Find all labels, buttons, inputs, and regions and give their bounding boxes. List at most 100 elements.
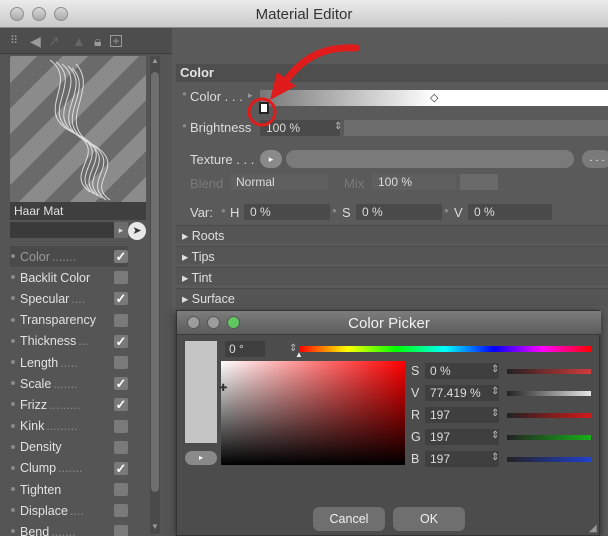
material-search-field[interactable] [10,222,114,238]
channel-v-slider[interactable] [507,391,591,396]
channel-checkbox[interactable]: ✓ [114,398,128,412]
channel-item[interactable]: Clump....... ✓ [10,458,128,479]
hue-field[interactable]: 0 ° [225,341,265,357]
scroll-up-icon[interactable]: ▲ [151,56,159,65]
channel-checkbox[interactable]: ✓ [114,334,128,348]
var-v-field[interactable]: 0 % [468,204,552,220]
texture-menu-button[interactable]: ▸ [260,150,282,168]
lock-icon[interactable]: 🔒︎ [94,33,101,49]
forward-arrow-icon[interactable]: ↗ [48,33,60,49]
channel-dot-icon [11,317,15,322]
channel-item[interactable]: Tighten [10,479,128,500]
channel-item[interactable]: Bend....... [10,521,128,536]
channel-stepper-icon[interactable]: ⇕ [491,452,499,463]
channel-b-slider[interactable] [507,457,591,462]
channel-dot-icon [11,487,15,492]
color-expand-icon[interactable]: ▸ [248,90,253,101]
channel-item[interactable]: Frizz......... ✓ [10,394,128,415]
channel-checkbox[interactable] [114,419,128,433]
cursor-pick-button[interactable]: ➤ [128,222,146,240]
channel-stepper-icon[interactable]: ⇕ [491,386,499,397]
channel-item[interactable]: Scale....... ✓ [10,373,128,394]
var-s-field[interactable]: 0 % [356,204,442,220]
section-tint[interactable]: ▸ Tint [176,267,608,285]
channel-item[interactable]: Transparency [10,310,128,331]
color-gradient-bar[interactable]: ◇ [260,90,608,106]
channel-label: Thickness [20,334,77,349]
channel-item[interactable]: Displace.... [10,500,128,521]
ok-button[interactable]: OK [393,507,465,531]
var-s-label: S [342,205,351,220]
color-dot-icon: ● [182,89,187,98]
channel-checkbox[interactable] [114,504,128,518]
mix-slider[interactable] [460,174,498,190]
channel-stepper-icon[interactable]: ⇕ [491,430,499,441]
section-roots[interactable]: ▸ Roots [176,225,608,243]
channel-item[interactable]: Density [10,437,128,458]
channel-r-slider[interactable] [507,413,591,418]
channel-stepper-icon[interactable]: ⇕ [491,408,499,419]
channel-item[interactable]: Specular.... ✓ [10,288,128,309]
channel-g-slider[interactable] [507,435,591,440]
channel-label: Kink [20,419,45,434]
channel-checkbox[interactable] [114,271,128,285]
channel-checkbox[interactable] [114,440,128,454]
var-h-label: H [230,205,240,220]
resize-grip-icon[interactable]: ◢ [589,523,597,534]
material-menu-button[interactable]: ▸ [114,222,128,238]
section-surface[interactable]: ▸ Surface [176,288,608,306]
channel-item[interactable]: Thickness... ✓ [10,331,128,352]
channel-label: Color [20,249,50,264]
channel-checkbox[interactable] [114,525,128,536]
channel-item[interactable]: Kink......... [10,416,128,437]
channel-r-field[interactable]: 197 [425,407,499,423]
swatch-menu-button[interactable]: ▸ [185,451,217,465]
channel-label: Displace [20,503,68,518]
back-arrow-icon[interactable]: ◀ [30,33,41,49]
saturation-value-square[interactable]: ✚ [219,361,405,465]
channel-item[interactable]: Backlit Color [10,267,128,288]
grid-drag-icon[interactable]: ⠿ [10,33,18,49]
mix-field[interactable]: 100 % [372,174,456,190]
channel-checkbox[interactable]: ✓ [114,250,128,263]
material-sidebar: Haar Mat ▸ ➤ Color....... ✓ Backlit Color S… [0,54,172,536]
up-arrow-icon[interactable]: ▲ [72,33,86,49]
channel-dot-icon [11,465,15,470]
section-tips[interactable]: ▸ Tips [176,246,608,264]
gradient-stop-knob[interactable] [259,102,269,114]
blend-dropdown[interactable]: Normal [230,174,328,190]
channel-checkbox[interactable]: ✓ [114,461,128,475]
channel-item[interactable]: Color....... ✓ [10,246,128,268]
channel-s-slider[interactable] [507,369,591,374]
channel-checkbox[interactable] [114,355,128,369]
scroll-down-icon[interactable]: ▼ [151,522,159,531]
var-v-label: V [454,205,463,220]
brightness-slider[interactable] [344,120,608,136]
channel-b-field[interactable]: 197 [425,451,499,467]
channel-item[interactable]: Length..... [10,352,128,373]
channel-g-field[interactable]: 197 [425,429,499,445]
channel-stepper-icon[interactable]: ⇕ [491,364,499,375]
hue-slider-knob-icon[interactable]: ▲ [295,350,303,359]
channel-leader: ......... [46,419,78,434]
channel-checkbox[interactable] [114,313,128,327]
toolbar: ⠿ ◀ ↗ ▲ 🔒︎ + [0,28,172,54]
brightness-stepper-icon[interactable]: ⇕ [334,121,342,132]
material-name[interactable]: Haar Mat [10,202,146,220]
channel-s-field[interactable]: 0 % [425,363,499,379]
channel-v-field[interactable]: 77.419 % [425,385,499,401]
new-panel-icon[interactable]: + [110,35,122,47]
texture-more-button[interactable]: . . . [582,150,608,168]
var-h-field[interactable]: 0 % [244,204,330,220]
channel-scrollbar[interactable]: ▲ ▼ [150,56,160,534]
brightness-field[interactable]: 100 % [260,120,340,136]
scrollbar-thumb[interactable] [151,72,159,492]
texture-field[interactable] [286,150,574,168]
channel-checkbox[interactable] [114,483,128,497]
hue-slider[interactable] [299,346,591,352]
channel-leader: ....... [53,376,78,391]
channel-checkbox[interactable]: ✓ [114,292,128,306]
gradient-midpoint-icon[interactable]: ◇ [430,91,438,104]
channel-checkbox[interactable]: ✓ [114,377,128,391]
cancel-button[interactable]: Cancel [313,507,385,531]
